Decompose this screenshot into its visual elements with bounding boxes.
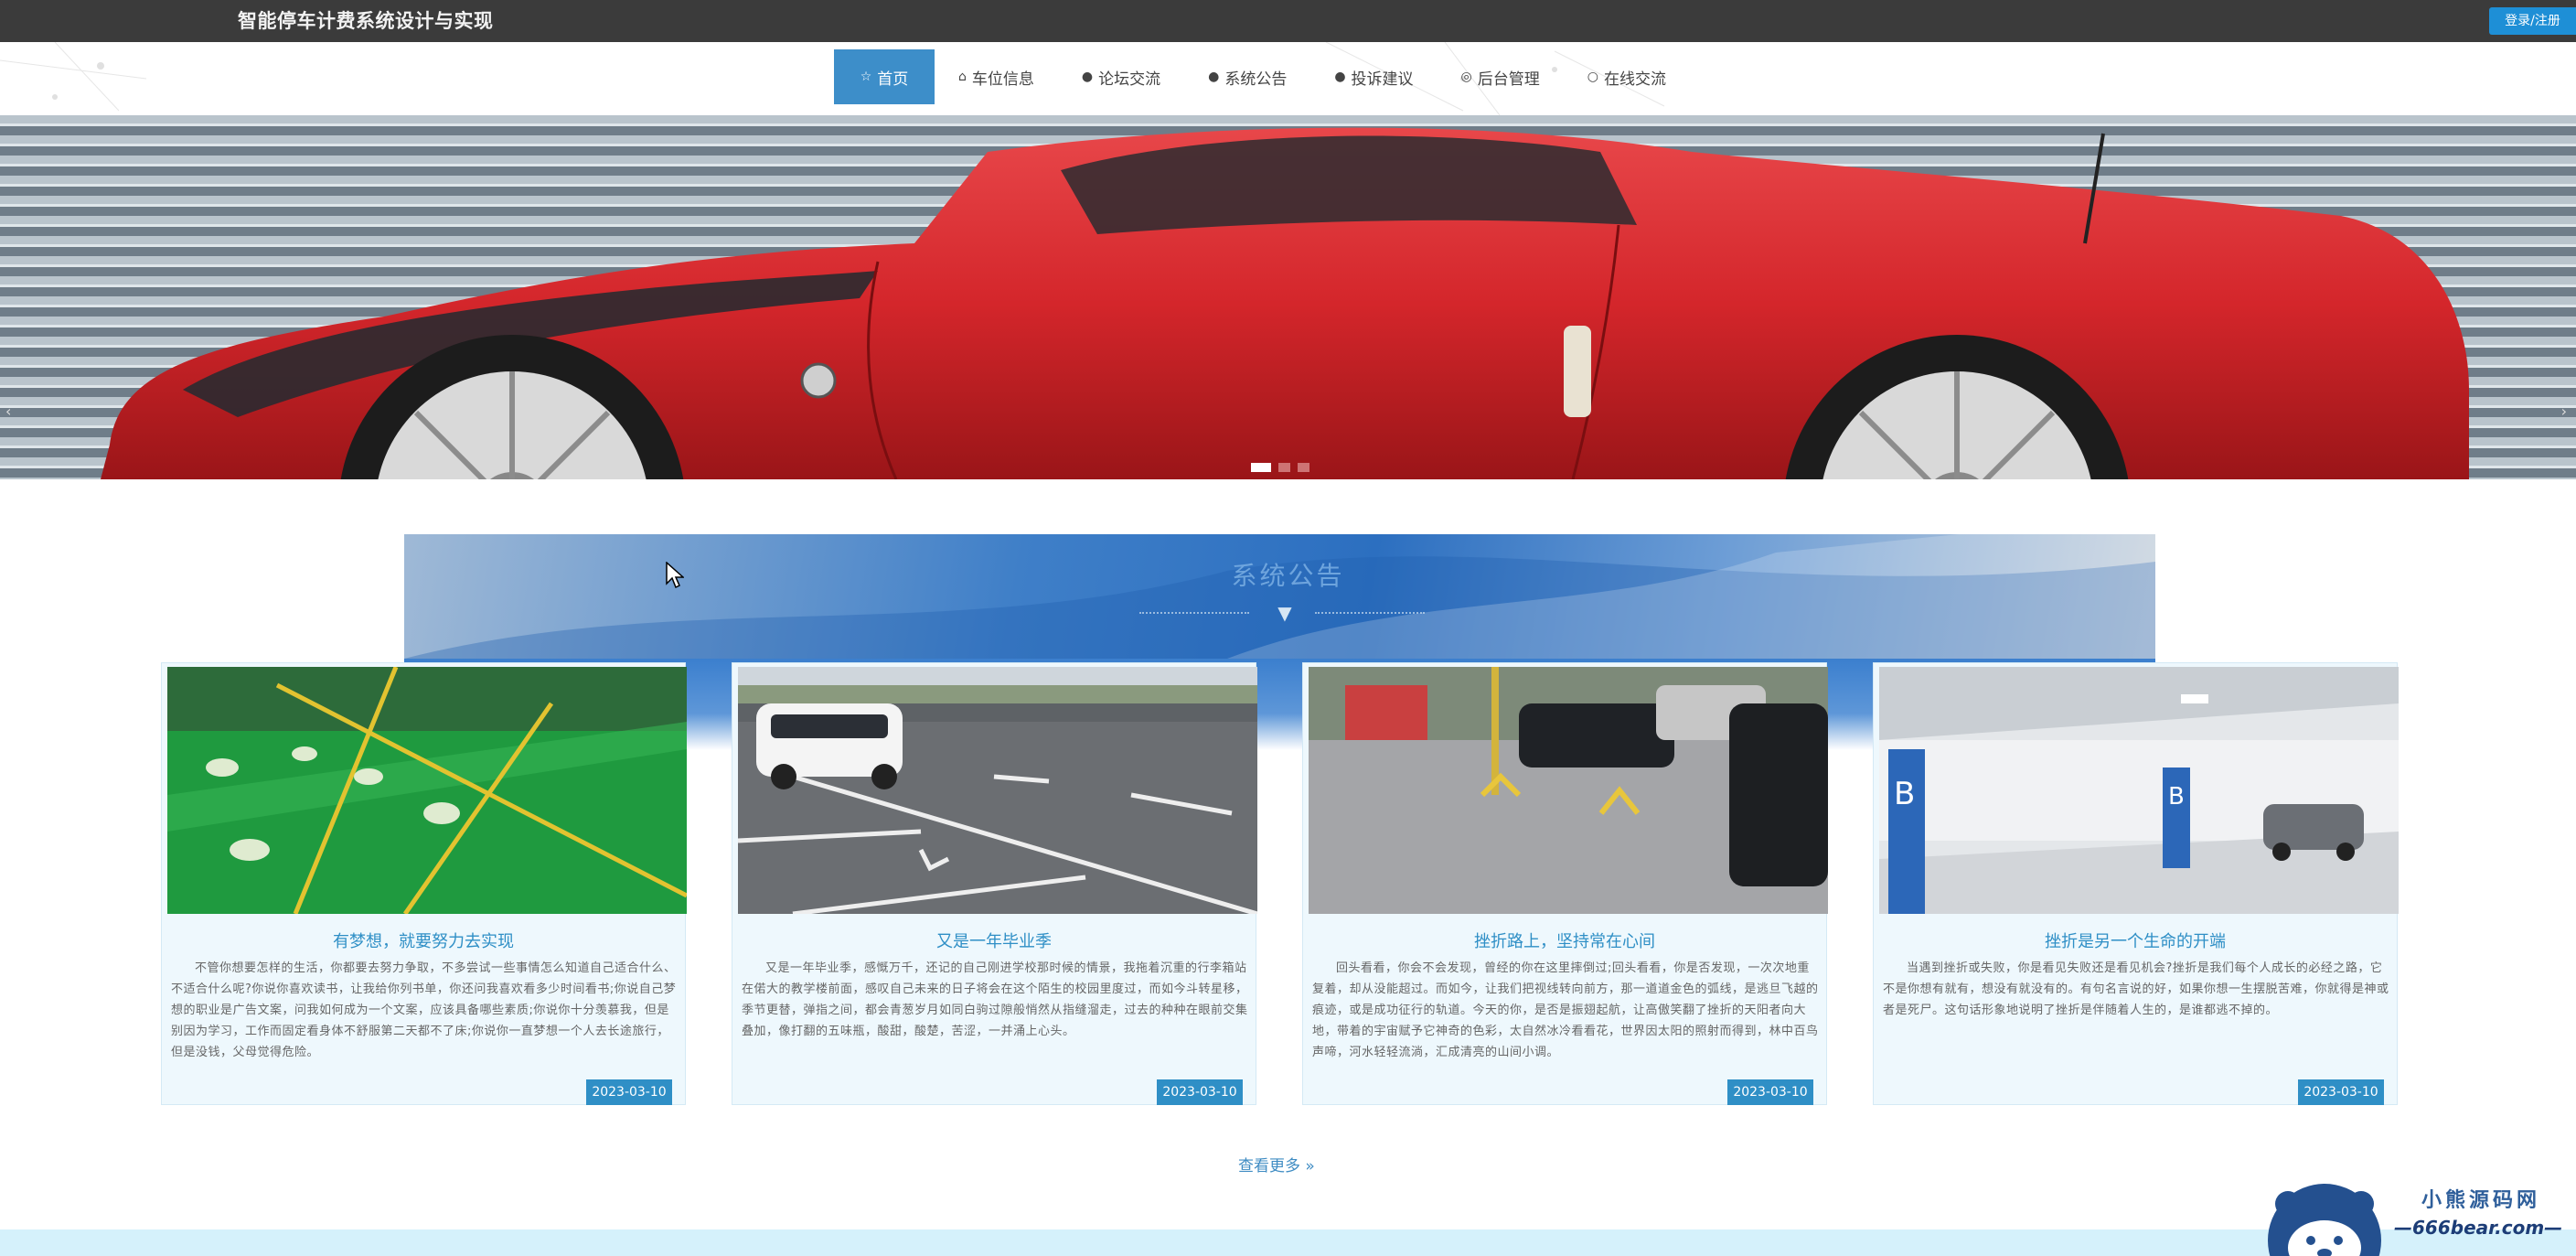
info-icon: ●: [1334, 70, 1346, 84]
watermark-logo: 小熊源码网 —666bear.com—: [2257, 1176, 2576, 1256]
notice-card[interactable]: 挫折路上，坚持常在心间 回头看看，你会不会发现，曾经的你在这里摔倒过;回头看看，…: [1302, 662, 1828, 1105]
notice-header-band: [404, 534, 2155, 659]
nav-forum[interactable]: ● 论坛交流: [1058, 49, 1184, 104]
main-nav: ☆ 首页 ⌂ 车位信息 ● 论坛交流 ● 系统公告 ● 投诉建议 ◎ 后台管理 …: [834, 49, 1690, 104]
carousel-indicators: [1251, 463, 1309, 472]
card-date-badge: 2023-03-10: [1157, 1079, 1243, 1105]
svg-text:B: B: [1894, 776, 1915, 812]
nav-admin[interactable]: ◎ 后台管理: [1438, 49, 1564, 104]
card-title[interactable]: 有梦想，就要努力去实现: [162, 929, 685, 952]
site-title: 智能停车计费系统设计与实现: [238, 10, 494, 32]
divider: [1315, 612, 1425, 614]
card-summary: 回头看看，你会不会发现，曾经的你在这里摔倒过;回头看看，你是否发现，一次次地重复…: [1312, 961, 1819, 1059]
carousel-prev-icon[interactable]: ‹: [5, 403, 11, 420]
notice-card[interactable]: 又是一年毕业季 又是一年毕业季，感慨万千，还记的自己刚进学校那时候的情景，我拖着…: [732, 662, 1257, 1105]
notice-section-title: 系统公告: [1231, 561, 1345, 591]
card-summary: 不管你想要怎样的生活，你都要去努力争取，不多尝试一些事情怎么知道自己适合什么、不…: [171, 961, 677, 1059]
mouse-cursor-icon: [666, 562, 684, 589]
card-image-street-parking: [738, 667, 1257, 914]
nav-home-label: 首页: [877, 70, 909, 89]
nav-parking-info[interactable]: ⌂ 车位信息: [935, 49, 1058, 104]
banner-image-red-car: [0, 115, 2576, 479]
nav-announcements[interactable]: ● 系统公告: [1184, 49, 1310, 104]
nav-parking-info-label: 车位信息: [971, 70, 1034, 89]
nav-area: ☆ 首页 ⌂ 车位信息 ● 论坛交流 ● 系统公告 ● 投诉建议 ◎ 后台管理 …: [0, 42, 2576, 115]
view-more-link[interactable]: 查看更多 »: [1238, 1153, 1315, 1175]
chat-icon: ○: [1587, 70, 1598, 84]
card-date-badge: 2023-03-10: [586, 1079, 672, 1105]
card-date-badge: 2023-03-10: [1727, 1079, 1813, 1105]
carousel-next-icon[interactable]: ›: [2561, 403, 2567, 420]
carousel-dot[interactable]: [1298, 463, 1309, 472]
nav-complaints-label: 投诉建议: [1351, 70, 1414, 89]
footer-strip: [0, 1229, 2576, 1256]
nav-online-chat-label: 在线交流: [1603, 70, 1666, 89]
card-summary: 又是一年毕业季，感慨万千，还记的自己刚进学校那时候的情景，我拖着沉重的行李箱站在…: [742, 961, 1248, 1038]
banner-carousel[interactable]: ‹ ›: [0, 115, 2576, 479]
nav-announcements-label: 系统公告: [1224, 70, 1288, 89]
info-icon: ●: [1081, 70, 1094, 84]
nav-complaints[interactable]: ● 投诉建议: [1310, 49, 1437, 104]
top-bar: 智能停车计费系统设计与实现 登录/注册: [0, 0, 2576, 42]
settings-icon: ◎: [1460, 70, 1472, 84]
card-title[interactable]: 挫折路上，坚持常在心间: [1303, 929, 1826, 952]
nav-forum-label: 论坛交流: [1098, 70, 1161, 89]
svg-text:B: B: [2168, 783, 2185, 810]
nav-admin-label: 后台管理: [1477, 70, 1540, 89]
bear-mascot-icon: [2268, 1184, 2381, 1256]
nav-online-chat[interactable]: ○ 在线交流: [1564, 49, 1690, 104]
chevron-down-icon: ▼: [1277, 602, 1292, 624]
card-title[interactable]: 又是一年毕业季: [732, 929, 1256, 952]
nav-home[interactable]: ☆ 首页: [834, 49, 935, 104]
card-summary: 当遇到挫折或失败，你是看见失败还是看见机会?挫折是我们每个人成长的必经之路，它不…: [1883, 961, 2389, 1017]
question-icon: ●: [1208, 70, 1220, 84]
watermark-text: 小熊源码网: [2421, 1189, 2541, 1212]
notice-card[interactable]: 有梦想，就要努力去实现 不管你想要怎样的生活，你都要去努力争取，不多尝试一些事情…: [161, 662, 687, 1105]
card-image-green-parking: [167, 667, 687, 914]
notice-band-texture: [404, 534, 2155, 659]
watermark-url: —666bear.com—: [2394, 1217, 2563, 1239]
star-icon: ☆: [860, 70, 872, 84]
divider: [1139, 612, 1249, 614]
carousel-dot[interactable]: [1251, 463, 1271, 472]
card-date-badge: 2023-03-10: [2298, 1079, 2384, 1105]
home-icon: ⌂: [958, 70, 967, 84]
card-image-parking-lot: [1309, 667, 1828, 914]
card-image-underground-garage: B B: [1879, 667, 2399, 914]
card-title[interactable]: 挫折是另一个生命的开端: [1874, 929, 2397, 952]
carousel-dot[interactable]: [1278, 463, 1290, 472]
login-register-button[interactable]: 登录/注册: [2489, 7, 2576, 35]
notice-card[interactable]: B B 挫折是另一个生命的开端 当遇到挫折或失败，你是看见失败还是看见机会?挫折…: [1873, 662, 2399, 1105]
